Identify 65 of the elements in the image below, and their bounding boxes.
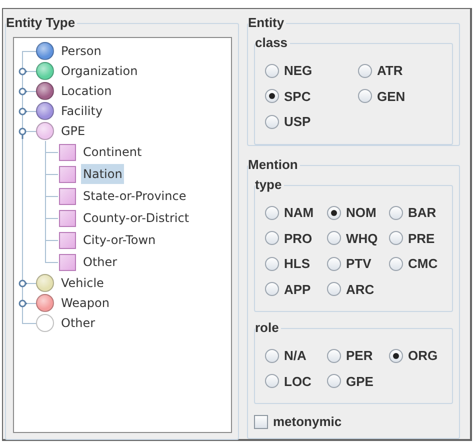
radio-button[interactable] <box>327 256 341 271</box>
radio-option[interactable]: N/A <box>265 346 327 366</box>
panel-title: Mention <box>248 157 299 173</box>
checkbox-option[interactable]: metonymic <box>254 412 453 432</box>
tree-item[interactable]: Person <box>59 41 104 61</box>
radio-option[interactable]: ARC <box>327 280 389 299</box>
radio-option[interactable]: PER <box>327 346 389 366</box>
panel-title: Entity Type <box>6 15 76 31</box>
radio-option[interactable]: GEN <box>358 86 451 106</box>
radio-button[interactable] <box>327 374 341 388</box>
radio-button[interactable] <box>327 348 341 363</box>
tree-item[interactable]: Other <box>81 252 120 272</box>
tree-item[interactable]: Weapon <box>59 293 112 313</box>
radio-button[interactable] <box>265 348 279 363</box>
tree-item[interactable]: Continent <box>81 142 144 162</box>
radio-option[interactable]: NOM <box>327 203 389 222</box>
radio-button[interactable] <box>265 231 279 246</box>
tree-item[interactable]: County-or-District <box>81 208 192 228</box>
radio-button[interactable] <box>327 206 341 220</box>
radio-button[interactable] <box>358 89 372 104</box>
radio-option[interactable]: PRE <box>389 228 451 248</box>
radio-button[interactable] <box>358 64 372 78</box>
tree-item[interactable]: Other <box>59 313 98 333</box>
radio-option[interactable]: NAM <box>265 203 327 222</box>
radio-button[interactable] <box>389 348 403 363</box>
tree-item[interactable]: Organization <box>59 61 140 81</box>
radio-option[interactable]: ATR <box>358 61 451 80</box>
radio-button[interactable] <box>265 282 279 296</box>
tree-item[interactable]: City-or-Town <box>81 230 158 250</box>
radio-option[interactable]: CMC <box>389 254 451 274</box>
radio-option[interactable]: APP <box>265 280 327 299</box>
radio-option[interactable]: NEG <box>265 61 358 80</box>
radio-option[interactable]: PRO <box>265 228 327 248</box>
radio-option[interactable]: BAR <box>389 203 451 222</box>
radio-button[interactable] <box>265 114 279 129</box>
tree-item[interactable]: GPE <box>59 121 88 141</box>
radio-option[interactable]: WHQ <box>327 228 389 248</box>
radio-button[interactable] <box>327 231 341 246</box>
tree-item[interactable]: Vehicle <box>59 273 106 293</box>
radio-option[interactable]: USP <box>265 112 358 132</box>
radio-button[interactable] <box>265 64 279 78</box>
radio-button[interactable] <box>389 256 403 271</box>
radio-button[interactable] <box>265 89 279 104</box>
panel-title: Entity <box>248 15 286 31</box>
radio-option[interactable]: HLS <box>265 254 327 274</box>
tree-item[interactable]: Nation <box>81 164 124 184</box>
radio-button[interactable] <box>327 282 341 296</box>
expand-handle-icon[interactable] <box>18 127 27 139</box>
group-title: type <box>255 177 283 193</box>
radio-button[interactable] <box>389 206 403 220</box>
radio-option[interactable]: PTV <box>327 254 389 274</box>
radio-button[interactable] <box>265 206 279 220</box>
group-title: class <box>255 35 289 51</box>
radio-option[interactable]: SPC <box>265 86 358 106</box>
radio-option[interactable]: LOC <box>265 372 327 391</box>
radio-option[interactable]: GPE <box>327 372 389 391</box>
checkbox[interactable] <box>254 414 268 429</box>
radio-button[interactable] <box>265 374 279 388</box>
tree-item[interactable]: Location <box>59 81 114 101</box>
tree-item[interactable]: Facility <box>59 101 105 121</box>
group-title: role <box>255 320 280 336</box>
radio-option[interactable]: ORG <box>389 346 451 366</box>
radio-button[interactable] <box>389 231 403 246</box>
tree-item[interactable]: State-or-Province <box>81 186 188 206</box>
radio-button[interactable] <box>265 256 279 271</box>
